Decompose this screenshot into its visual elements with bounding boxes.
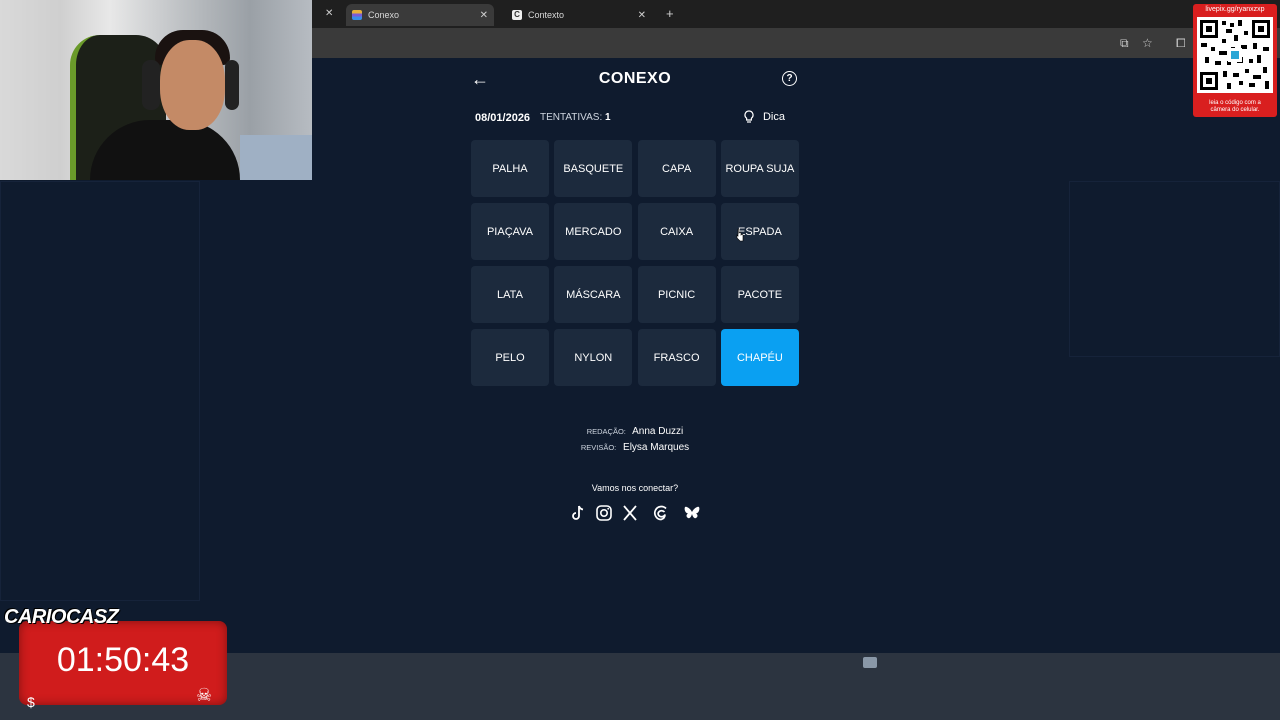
credit-label: REDAÇÃO: (586, 427, 626, 436)
browser-toolbar: ⧉ ☆ ⧠ (312, 28, 1280, 58)
credit-label: REVISÃO: (580, 443, 617, 452)
word-tile[interactable]: PIAÇAVA (471, 203, 549, 260)
word-tile[interactable]: CHAPÉU (720, 329, 799, 386)
word-grid: PALHA BASQUETE CAPA ROUPA SUJA PIAÇAVA M… (471, 140, 799, 386)
hint-label: Dica (762, 111, 785, 123)
threads-icon[interactable] (652, 504, 670, 522)
game-date: 08/01/2026 (475, 112, 531, 124)
qr-caption: câmera do celular. (1210, 107, 1260, 113)
attempts-counter: TENTATIVAS: 1 (540, 112, 611, 123)
tiktok-icon[interactable] (569, 504, 587, 522)
game-header: ← CONEXO ? (471, 64, 799, 94)
word-tile[interactable]: MÁSCARA (554, 266, 633, 323)
word-tile[interactable]: PICNIC (637, 266, 716, 323)
overlay-right-panel (1069, 181, 1280, 357)
install-app-icon[interactable]: ⧉ (1120, 36, 1129, 51)
word-tile[interactable]: CAPA (637, 140, 716, 197)
tab-conexo[interactable]: Conexo ✕ (346, 4, 494, 26)
attempts-value: 1 (605, 112, 611, 123)
tab-contexto[interactable]: C Contexto ✕ (506, 4, 652, 26)
conexo-favicon-icon (352, 10, 362, 20)
close-icon[interactable]: ✕ (325, 8, 333, 19)
instagram-icon[interactable] (595, 504, 613, 522)
donation-qr-panel: livepix.gg/ryanxzxp leia o código com a … (1193, 4, 1277, 117)
overlay-left-panel (0, 181, 200, 601)
qr-code-icon (1197, 17, 1273, 93)
skull-icon: ☠ (196, 685, 213, 705)
stream-icon (863, 657, 877, 668)
word-tile[interactable]: NYLON (554, 329, 633, 386)
webcam-feed (0, 0, 312, 180)
word-tile[interactable]: MERCADO (554, 203, 633, 260)
bookmark-star-icon[interactable]: ☆ (1142, 36, 1153, 50)
x-icon[interactable] (621, 504, 639, 522)
page-title: CONEXO (598, 70, 672, 87)
word-tile[interactable]: FRASCO (637, 329, 716, 386)
word-tile[interactable]: LATA (471, 266, 549, 323)
word-tile[interactable]: CAIXA (637, 203, 716, 260)
game-info-row: 08/01/2026 TENTATIVAS: 1 Dica (475, 110, 795, 128)
word-tile[interactable]: PALHA (471, 140, 549, 197)
credit-name: Anna Duzzi (632, 426, 684, 437)
hint-button[interactable]: Dica (744, 110, 785, 124)
word-tile[interactable]: PACOTE (720, 266, 799, 323)
close-icon[interactable]: ✕ (480, 10, 488, 21)
extensions-icon[interactable]: ⧠ (1176, 36, 1186, 51)
tab-label: Contexto (528, 10, 565, 20)
lightbulb-icon (744, 110, 754, 123)
qr-caption: leia o código com a (1209, 100, 1261, 106)
contexto-favicon-icon: C (512, 10, 522, 20)
social-links (565, 504, 705, 524)
tab-label: Conexo (368, 10, 400, 20)
word-tile[interactable]: PELO (471, 329, 549, 386)
credits: REDAÇÃO: Anna Duzzi REVISÃO: Elysa Marqu… (471, 424, 799, 456)
bluesky-icon[interactable] (683, 504, 701, 522)
word-tile[interactable]: BASQUETE (554, 140, 633, 197)
mouse-cursor-icon (736, 228, 744, 242)
help-icon[interactable]: ? (782, 71, 797, 86)
word-tile[interactable]: ESPADA (720, 203, 799, 260)
word-tile[interactable]: ROUPA SUJA (720, 140, 799, 197)
connect-label: Vamos nos conectar? (591, 483, 679, 493)
attempts-label: TENTATIVAS: (540, 112, 603, 123)
qr-url: livepix.gg/ryanxzxp (1205, 6, 1265, 13)
close-icon[interactable]: ✕ (638, 10, 646, 21)
browser-tab-bar: ✕ Conexo ✕ C Contexto ✕ + (312, 0, 1280, 28)
dollar-icon: $ (27, 694, 35, 710)
streamer-name: CARIOCASZ (4, 606, 119, 628)
timer-value: 01:50:43 (56, 641, 190, 679)
credit-name: Elysa Marques (623, 442, 690, 453)
new-tab-icon[interactable]: + (666, 6, 674, 21)
